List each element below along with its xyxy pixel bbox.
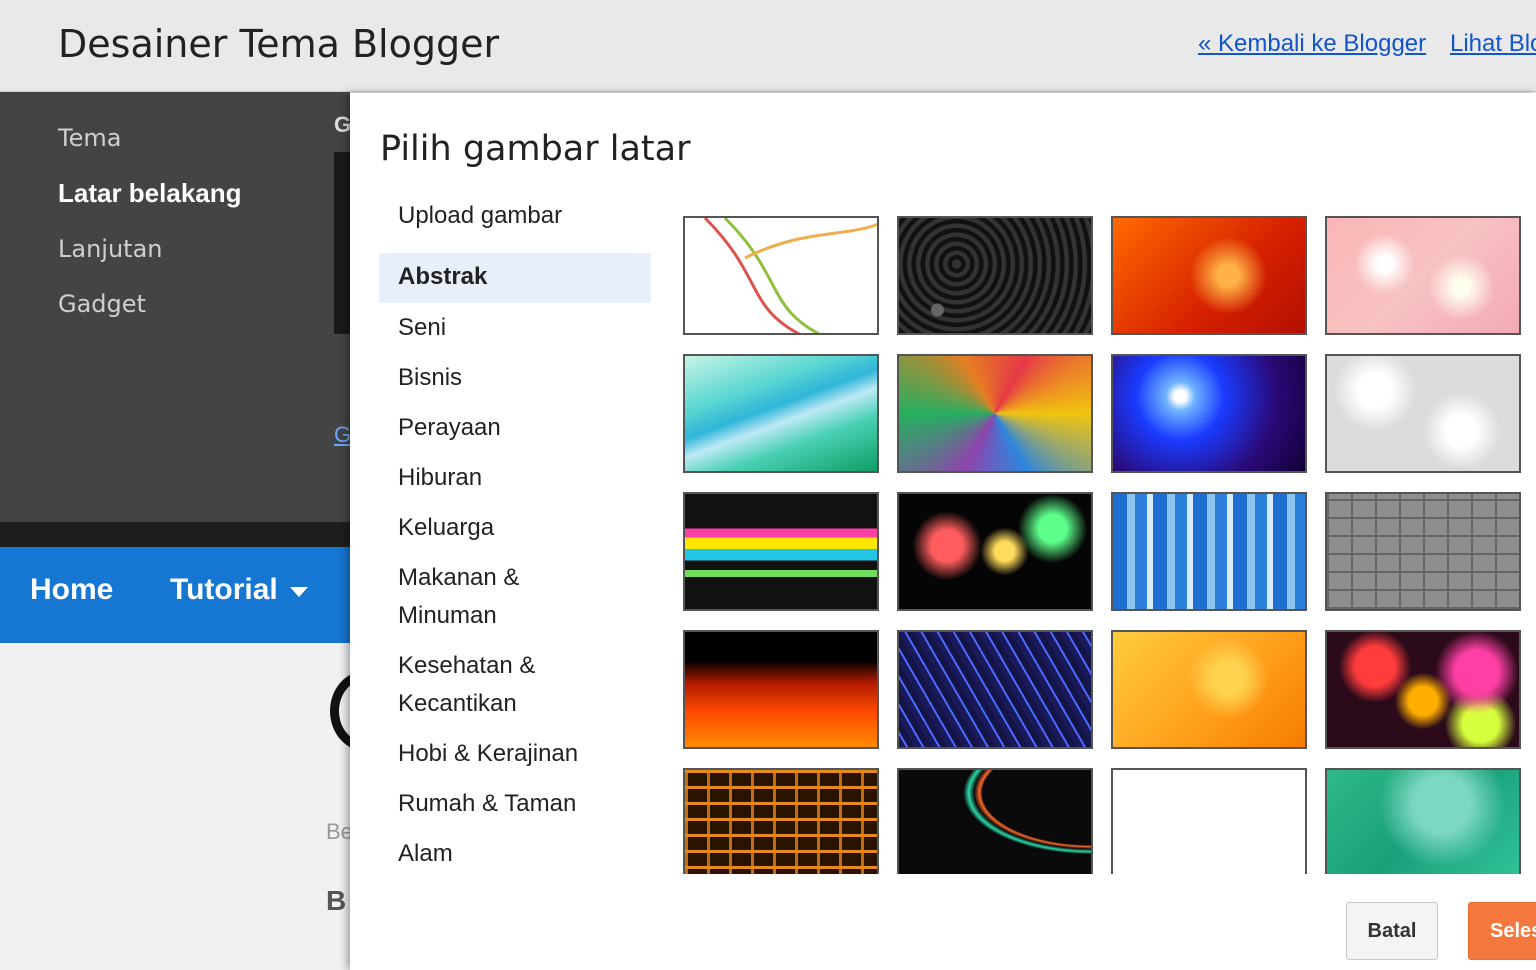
thumbnail-abstract-white-plain[interactable] [1111,768,1307,874]
preview-heading-partial: B [326,885,347,916]
thumbnail-grid [683,216,1536,874]
sidebar-item-tema[interactable]: Tema [58,124,121,152]
thumbnail-abstract-orange-swirls[interactable] [1111,630,1307,749]
thumbnail-abstract-graffiti[interactable] [897,354,1093,473]
category-makanan-minuman[interactable]: Makanan & Minuman [379,559,559,635]
blog-preview-nav: Home Tutorial [0,547,350,643]
nav-home[interactable]: Home [30,573,113,607]
category-bisnis[interactable]: Bisnis [379,359,651,397]
thumbnail-abstract-pink-bokeh[interactable] [1325,216,1521,335]
thumbnail-abstract-neon-curves[interactable] [897,768,1093,874]
ribbon-art [703,218,877,333]
category-abstrak[interactable]: Abstrak [379,253,651,303]
designer-sidebar: Tema Latar belakang Lanjutan Gadget G G [0,92,352,522]
panel-link-partial[interactable]: G [334,422,351,448]
category-hiburan[interactable]: Hiburan [379,459,651,497]
thumbnail-abstract-white-bokeh[interactable] [1325,354,1521,473]
app-header: Desainer Tema Blogger « Kembali ke Blogg… [0,0,1536,92]
thumbnail-abstract-orange-blocks[interactable] [683,768,879,874]
dialog-title: Pilih gambar latar [380,129,691,169]
thumbnail-abstract-rainbow-stripes[interactable] [683,492,879,611]
category-hobi-kerajinan[interactable]: Hobi & Kerajinan [379,735,651,773]
category-keluarga[interactable]: Keluarga [379,509,651,547]
sidebar-item-latar-belakang[interactable]: Latar belakang [58,178,242,209]
chevron-down-icon[interactable] [290,587,308,597]
cancel-button[interactable]: Batal [1346,902,1438,960]
thumbnail-abstract-white-ribbons[interactable] [683,216,879,335]
sidebar-item-gadget[interactable]: Gadget [58,290,146,318]
thumbnail-abstract-green-texture[interactable] [1325,768,1521,874]
preview-top-strip [0,522,350,547]
category-kesehatan-kecantikan[interactable]: Kesehatan & Kecantikan [379,647,559,723]
thumbnail-abstract-blue-burst[interactable] [1111,354,1307,473]
view-blog-link[interactable]: Lihat Blog [1450,30,1536,58]
sidebar-item-lanjutan[interactable]: Lanjutan [58,235,163,263]
back-to-blogger-link[interactable]: « Kembali ke Blogger [1198,30,1426,58]
category-seni[interactable]: Seni [379,309,651,347]
preview-text-partial: Be [326,819,353,844]
thumbnail-abstract-black-swirl[interactable] [897,216,1093,335]
thumbnail-abstract-fire[interactable] [683,630,879,749]
background-preview-panel[interactable] [334,152,350,334]
category-alam[interactable]: Alam [379,835,651,873]
thumbnail-abstract-red-bokeh[interactable] [1111,216,1307,335]
blog-preview-body: Be B [0,643,400,970]
category-upload-image[interactable]: Upload gambar [379,197,651,235]
panel-heading-partial: G [334,112,352,137]
nav-tutorial[interactable]: Tutorial [170,573,278,607]
thumbnail-abstract-blue-lines[interactable] [897,630,1093,749]
thumbnail-abstract-gray-blocks[interactable] [1325,492,1521,611]
category-rumah-taman[interactable]: Rumah & Taman [379,785,651,823]
done-button[interactable]: Selesai [1468,902,1536,960]
app-title: Desainer Tema Blogger [58,22,500,66]
thumbnail-abstract-blue-stripes[interactable] [1111,492,1307,611]
thumbnail-abstract-teal-waves[interactable] [683,354,879,473]
thumbnail-abstract-dark-bokeh[interactable] [897,492,1093,611]
background-image-dialog: Pilih gambar latar Upload gambar Abstrak… [350,93,1536,970]
category-perayaan[interactable]: Perayaan [379,409,651,447]
thumbnail-abstract-rainbow-bokeh[interactable] [1325,630,1521,749]
